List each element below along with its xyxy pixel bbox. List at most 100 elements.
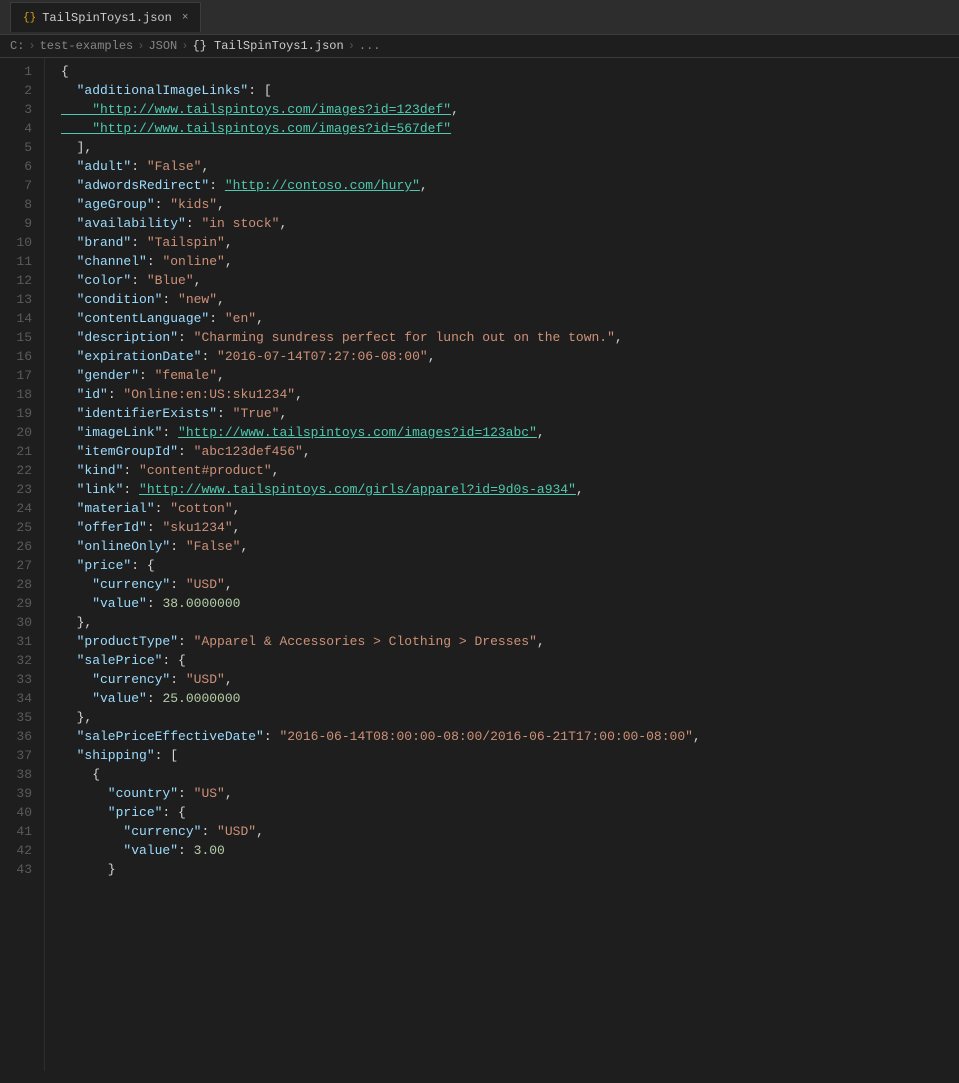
line-number-13: 13 <box>0 290 32 309</box>
json-punctuation: : { <box>131 558 154 573</box>
json-punctuation: : <box>123 482 139 497</box>
line-number-6: 6 <box>0 157 32 176</box>
line-number-23: 23 <box>0 480 32 499</box>
json-punctuation: : <box>178 843 194 858</box>
code-line: "kind": "content#product", <box>61 461 959 480</box>
json-key: "brand" <box>61 235 131 250</box>
json-punctuation: : [ <box>248 83 271 98</box>
line-number-43: 43 <box>0 860 32 879</box>
line-number-14: 14 <box>0 309 32 328</box>
json-punctuation: : <box>162 425 178 440</box>
line-number-27: 27 <box>0 556 32 575</box>
json-punctuation: : <box>123 463 139 478</box>
json-punctuation: , <box>225 672 233 687</box>
code-line: "http://www.tailspintoys.com/images?id=5… <box>61 119 959 138</box>
line-number-24: 24 <box>0 499 32 518</box>
json-punctuation: : <box>170 672 186 687</box>
json-punctuation: , <box>537 425 545 440</box>
json-punctuation: , <box>576 482 584 497</box>
tab-close-button[interactable]: × <box>182 12 189 24</box>
breadcrumb-folder1: test-examples <box>40 39 134 53</box>
json-key: "offerId" <box>61 520 147 535</box>
json-key: "additionalImageLinks" <box>61 83 248 98</box>
json-punctuation: : <box>147 596 163 611</box>
json-punctuation: : <box>147 254 163 269</box>
code-line: } <box>61 860 959 879</box>
json-key: "salePrice" <box>61 653 162 668</box>
json-punctuation: : <box>147 691 163 706</box>
json-punctuation: } <box>61 862 116 877</box>
code-line: "salePriceEffectiveDate": "2016-06-14T08… <box>61 727 959 746</box>
code-line: "expirationDate": "2016-07-14T07:27:06-0… <box>61 347 959 366</box>
json-key: "identifierExists" <box>61 406 217 421</box>
json-key: "expirationDate" <box>61 349 201 364</box>
json-key: "adult" <box>61 159 131 174</box>
json-punctuation: , <box>693 729 701 744</box>
json-string: "new" <box>178 292 217 307</box>
code-content[interactable]: { "additionalImageLinks": [ "http://www.… <box>45 58 959 1071</box>
code-line: "adult": "False", <box>61 157 959 176</box>
json-key: "id" <box>61 387 108 402</box>
json-punctuation: : { <box>162 653 185 668</box>
json-key: "condition" <box>61 292 162 307</box>
tab-label: TailSpinToys1.json <box>42 11 172 25</box>
json-punctuation: : <box>178 634 194 649</box>
json-string: "abc123def456" <box>194 444 303 459</box>
line-number-38: 38 <box>0 765 32 784</box>
json-punctuation: { <box>61 64 69 79</box>
line-number-15: 15 <box>0 328 32 347</box>
json-punctuation: , <box>201 159 209 174</box>
json-punctuation: , <box>428 349 436 364</box>
json-number: 3.00 <box>194 843 225 858</box>
json-punctuation: : <box>131 159 147 174</box>
json-url: "http://www.tailspintoys.com/images?id=1… <box>178 425 537 440</box>
json-key: "kind" <box>61 463 123 478</box>
json-punctuation: : <box>162 292 178 307</box>
line-number-2: 2 <box>0 81 32 100</box>
code-line: "availability": "in stock", <box>61 214 959 233</box>
json-punctuation: : [ <box>155 748 178 763</box>
line-number-34: 34 <box>0 689 32 708</box>
json-punctuation: , <box>194 273 202 288</box>
json-key: "shipping" <box>61 748 155 763</box>
file-tab[interactable]: {} TailSpinToys1.json × <box>10 2 201 32</box>
code-line: "identifierExists": "True", <box>61 404 959 423</box>
line-number-41: 41 <box>0 822 32 841</box>
line-number-11: 11 <box>0 252 32 271</box>
json-punctuation: : <box>108 387 124 402</box>
json-string: "kids" <box>170 197 217 212</box>
title-bar: {} TailSpinToys1.json × <box>0 0 959 35</box>
line-number-10: 10 <box>0 233 32 252</box>
json-punctuation: : <box>186 216 202 231</box>
breadcrumb: C: › test-examples › JSON › {} TailSpinT… <box>0 35 959 58</box>
json-punctuation: : { <box>162 805 185 820</box>
code-line: "salePrice": { <box>61 651 959 670</box>
json-string: "2016-06-14T08:00:00-08:00/2016-06-21T17… <box>279 729 692 744</box>
json-punctuation: : <box>170 577 186 592</box>
line-number-5: 5 <box>0 138 32 157</box>
code-line: "onlineOnly": "False", <box>61 537 959 556</box>
json-key: "itemGroupId" <box>61 444 178 459</box>
json-punctuation: : <box>178 444 194 459</box>
line-number-18: 18 <box>0 385 32 404</box>
line-number-7: 7 <box>0 176 32 195</box>
line-number-12: 12 <box>0 271 32 290</box>
json-punctuation: : <box>201 824 217 839</box>
json-punctuation: : <box>155 197 171 212</box>
code-line: "value": 3.00 <box>61 841 959 860</box>
json-string: "USD" <box>186 577 225 592</box>
json-string: "USD" <box>186 672 225 687</box>
line-number-3: 3 <box>0 100 32 119</box>
json-punctuation: : <box>217 406 233 421</box>
line-number-22: 22 <box>0 461 32 480</box>
json-string: "Charming sundress perfect for lunch out… <box>194 330 615 345</box>
code-line: "price": { <box>61 556 959 575</box>
json-url: "http://www.tailspintoys.com/images?id=5… <box>61 121 451 136</box>
line-number-33: 33 <box>0 670 32 689</box>
code-line: "country": "US", <box>61 784 959 803</box>
json-key: "price" <box>61 805 162 820</box>
json-key: "color" <box>61 273 131 288</box>
code-line: "ageGroup": "kids", <box>61 195 959 214</box>
code-line: "brand": "Tailspin", <box>61 233 959 252</box>
json-punctuation: , <box>225 577 233 592</box>
